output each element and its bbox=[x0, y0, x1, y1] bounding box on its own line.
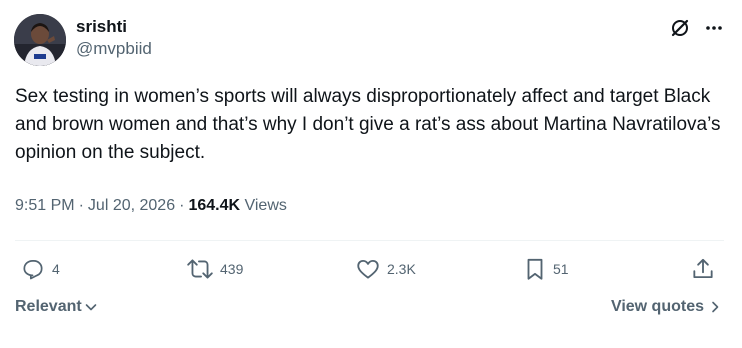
repost-button[interactable]: 439 bbox=[186, 256, 243, 282]
tweet-date[interactable]: Jul 20, 2026 bbox=[88, 197, 175, 214]
like-button[interactable]: 2.3K bbox=[355, 256, 416, 282]
view-quotes-label: View quotes bbox=[610, 298, 704, 315]
sort-dropdown[interactable]: Relevant bbox=[15, 298, 98, 316]
views-count: 164.4K bbox=[188, 197, 241, 214]
tweet-time[interactable]: 9:51 PM bbox=[15, 197, 75, 214]
bookmark-icon bbox=[527, 258, 543, 280]
avatar[interactable] bbox=[14, 14, 66, 66]
display-name[interactable]: srishti bbox=[76, 16, 152, 38]
tweet-meta: 9:51 PM · Jul 20, 2026 · 164.4K Views bbox=[15, 194, 287, 218]
author-names: srishti @mvpbiid bbox=[76, 16, 152, 60]
sort-label: Relevant bbox=[15, 298, 82, 315]
reply-count: 4 bbox=[52, 261, 60, 277]
divider bbox=[15, 240, 724, 241]
tweet-text: Sex testing in women’s sports will alway… bbox=[15, 86, 721, 163]
view-quotes-link[interactable]: View quotes bbox=[611, 298, 722, 316]
bookmark-count: 51 bbox=[553, 261, 569, 277]
avatar-image bbox=[14, 14, 66, 66]
share-icon bbox=[693, 258, 713, 279]
reply-icon bbox=[23, 260, 43, 280]
tweet-header: srishti @mvpbiid bbox=[14, 14, 728, 70]
grok-icon[interactable] bbox=[670, 18, 690, 38]
bookmark-button[interactable]: 51 bbox=[523, 256, 569, 282]
top-actions bbox=[670, 18, 724, 38]
action-bar: 4 439 2.3K 51 bbox=[0, 256, 742, 284]
chevron-right-icon bbox=[712, 301, 719, 313]
replies-footer: Relevant View quotes bbox=[15, 298, 722, 322]
repost-icon bbox=[187, 259, 213, 279]
meta-separator: · bbox=[179, 197, 185, 214]
like-icon bbox=[357, 259, 379, 279]
more-icon[interactable] bbox=[704, 18, 724, 38]
meta-separator: · bbox=[78, 197, 84, 214]
tweet: srishti @mvpbiid Sex testing in women’s … bbox=[0, 0, 742, 348]
views-label: Views bbox=[244, 197, 287, 214]
reply-button[interactable]: 4 bbox=[20, 256, 60, 282]
handle[interactable]: @mvpbiid bbox=[76, 38, 152, 60]
like-count: 2.3K bbox=[387, 261, 416, 277]
chevron-down-icon bbox=[85, 304, 97, 311]
repost-count: 439 bbox=[220, 261, 244, 277]
share-button[interactable] bbox=[690, 256, 716, 282]
